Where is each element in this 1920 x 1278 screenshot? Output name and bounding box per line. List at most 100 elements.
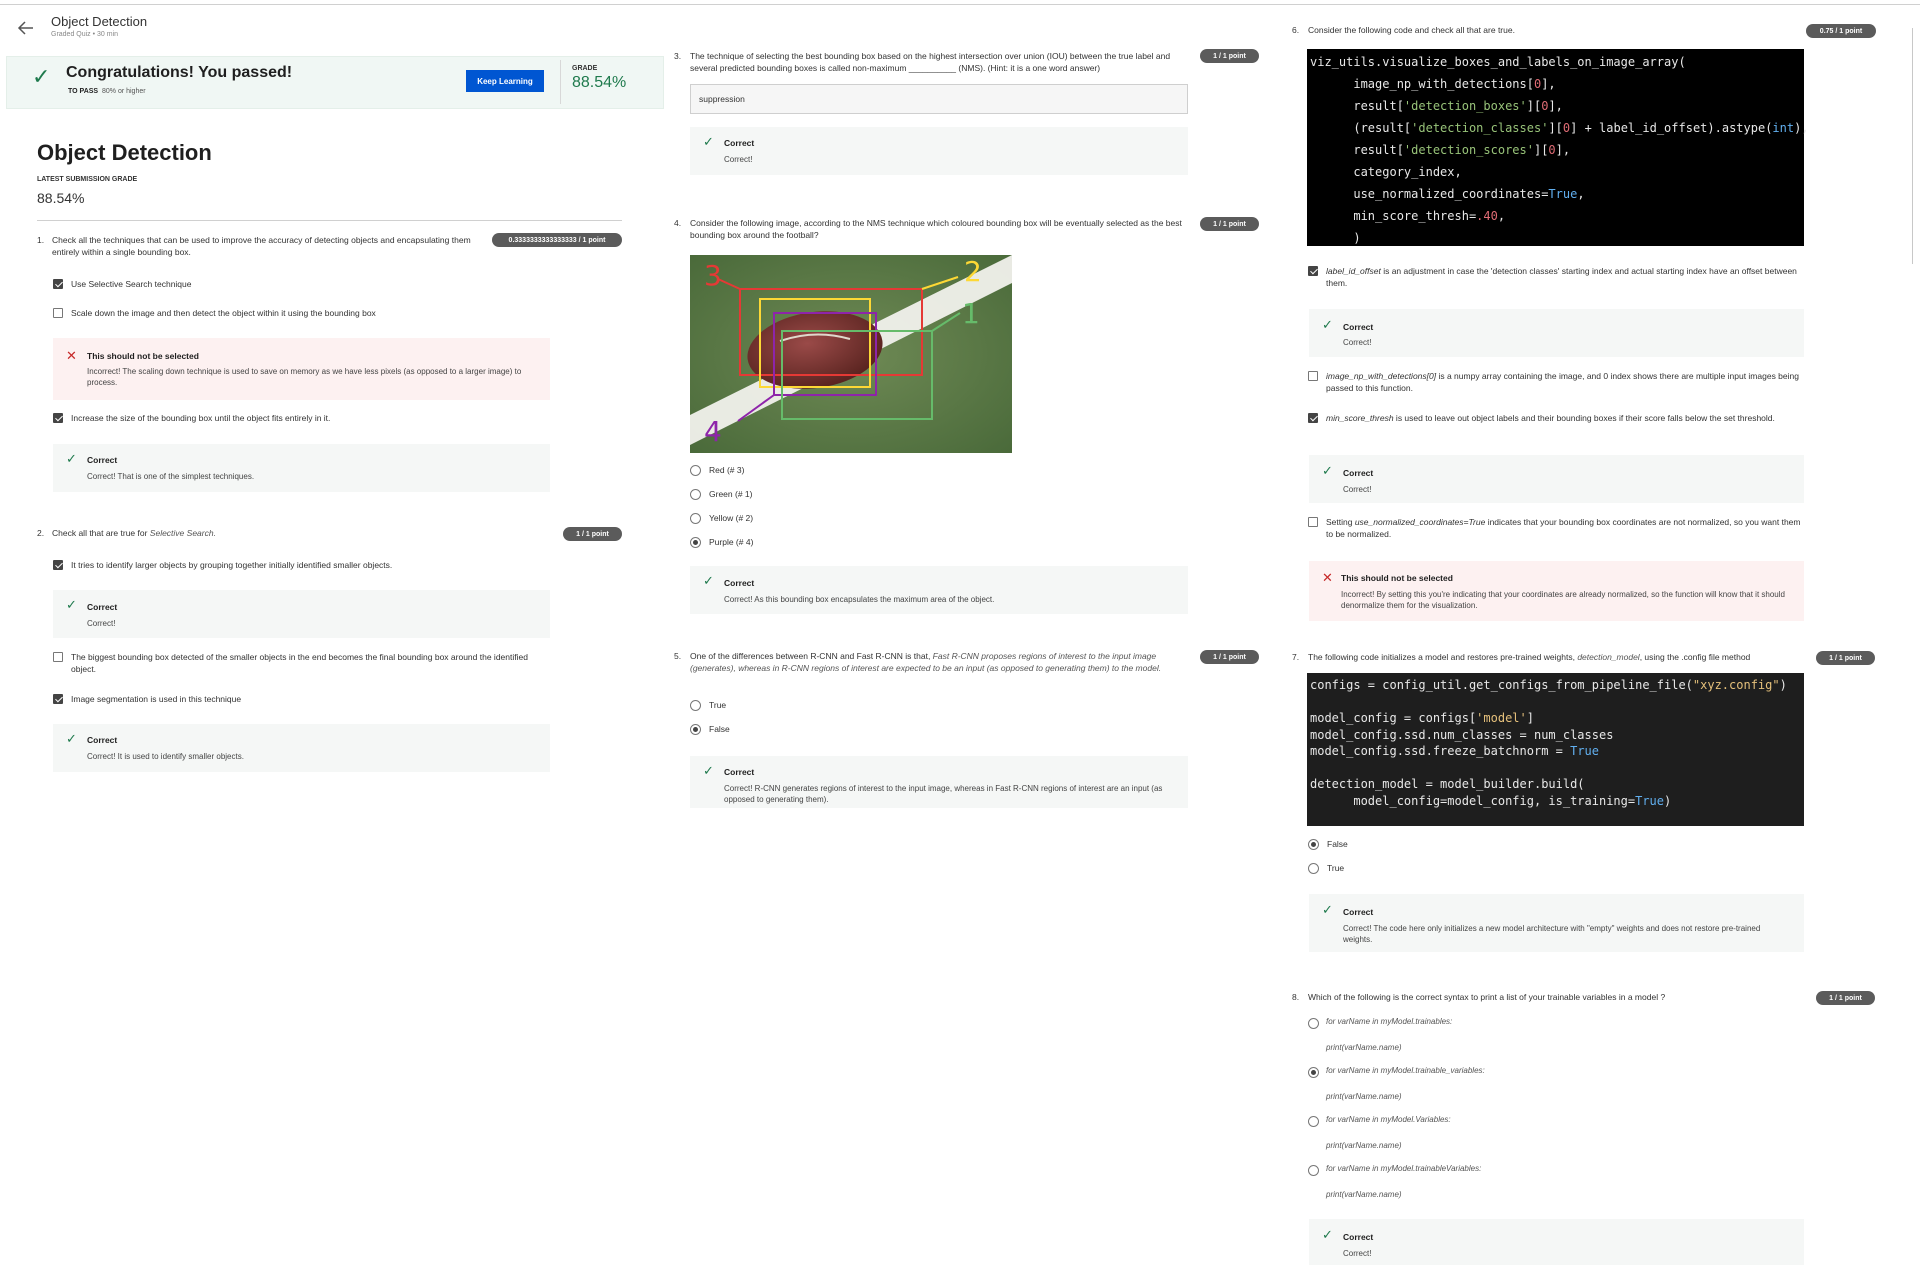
box-label-yellow: 2 [964,255,982,288]
feedback-title: Correct [1343,322,1374,332]
radio-button[interactable] [690,537,701,548]
feedback-title: Correct [87,735,118,745]
option-label: label_id_offset is an adjustment in case… [1326,266,1797,288]
check-icon: ✓ [1322,463,1333,478]
grade-divider [560,60,561,104]
option-label: print(varName.name) [1326,1092,1402,1101]
checkbox[interactable] [53,308,63,318]
feedback-title: Correct [1343,468,1374,478]
feedback-text: Incorrect! By setting this you're indica… [1341,590,1785,610]
points-badge: 1 / 1 point [1200,217,1259,231]
radio-button[interactable] [1308,863,1319,874]
feedback-text: Correct! The code here only initializes … [1343,924,1761,944]
question-text: The following code initializes a model a… [1308,652,1751,662]
checkbox[interactable] [53,279,63,289]
arrow-left-icon[interactable] [16,18,36,38]
check-icon: ✓ [703,763,714,778]
answer-input[interactable]: suppression [690,84,1188,114]
feedback-title: This should not be selected [1341,573,1453,583]
check-icon: ✓ [66,597,77,612]
radio-button[interactable] [1308,1067,1319,1078]
option-label: print(varName.name) [1326,1190,1402,1199]
option-label: Purple (# 4) [709,537,754,547]
feedback-correct [1309,455,1804,503]
option-label: False [1327,839,1348,849]
check-icon: ✓ [66,451,77,466]
question-number: 3. [674,51,682,61]
feedback-title: Correct [724,767,755,777]
checkbox[interactable] [1308,517,1318,527]
code-block: viz_utils.visualize_boxes_and_labels_on_… [1307,49,1809,246]
feedback-text: Correct! R-CNN generates regions of inte… [724,784,1163,804]
check-icon: ✓ [32,64,51,89]
option-label: print(varName.name) [1326,1043,1402,1052]
top-divider [0,4,1920,5]
radio-button[interactable] [690,489,701,500]
latest-grade-value: 88.54% [37,190,85,206]
points-badge: 0.75 / 1 point [1806,24,1876,38]
option-label: True [709,700,727,710]
feedback-correct [53,590,550,638]
option-label: True [1327,863,1345,873]
football-image: 3 2 1 4 [690,255,1012,453]
radio-button[interactable] [1308,1165,1319,1176]
checkbox[interactable] [53,560,63,570]
radio-button[interactable] [1308,1116,1319,1127]
check-icon: ✓ [703,134,714,149]
feedback-text: Correct! As this bounding box encapsulat… [724,595,995,604]
checkbox[interactable] [53,694,63,704]
radio-button[interactable] [690,700,701,711]
feedback-text: Correct! It is used to identify smaller … [87,752,244,761]
header-subtitle: Graded Quiz • 30 min [51,31,119,38]
checkbox[interactable] [1308,371,1318,381]
question-number: 1. [37,235,45,245]
question-text: One of the differences between R-CNN and… [690,651,1162,673]
feedback-title: Correct [724,578,755,588]
latest-grade-label: LATEST SUBMISSION GRADE [37,176,138,183]
radio-button[interactable] [690,513,701,524]
option-label: min_score_thresh is used to leave out ob… [1326,413,1775,423]
feedback-correct [1309,309,1804,357]
option-label: Scale down the image and then detect the… [71,308,376,318]
option-label: Setting use_normalized_coordinates=True … [1326,517,1801,539]
section-divider [37,220,622,221]
pass-title: Congratulations! You passed! [66,64,293,81]
x-icon: ✕ [1322,570,1333,585]
grade-value: 88.54% [572,74,627,91]
check-icon: ✓ [66,731,77,746]
feedback-title: Correct [724,138,755,148]
checkbox[interactable] [1308,266,1318,276]
points-badge: 1 / 1 point [563,527,622,541]
checkbox[interactable] [53,413,63,423]
option-label: for varName in myModel.trainable_variabl… [1326,1066,1485,1075]
feedback-title: Correct [87,602,118,612]
box-label-green: 1 [962,297,980,330]
points-badge: 1 / 1 point [1816,991,1875,1005]
keep-learning-button[interactable]: Keep Learning [466,70,544,92]
check-icon: ✓ [1322,317,1333,332]
radio-button[interactable] [690,465,701,476]
grade-label: GRADE [572,65,598,72]
radio-button[interactable] [1308,839,1319,850]
check-icon: ✓ [1322,902,1333,917]
question-number: 8. [1292,992,1300,1002]
scrollbar[interactable] [1912,28,1913,264]
feedback-text: Incorrect! The scaling down technique is… [87,367,522,387]
checkbox[interactable] [1308,413,1318,423]
feedback-correct [53,724,550,772]
checkbox[interactable] [53,652,63,662]
page-title: Object Detection [37,140,212,165]
option-label: image_np_with_detections[0] is a numpy a… [1326,371,1799,393]
radio-button[interactable] [690,724,701,735]
option-label: Use Selective Search technique [71,279,192,289]
feedback-title: Correct [87,455,118,465]
question-text: The technique of selecting the best boun… [690,51,1171,73]
question-text: Consider the following code and check al… [1308,25,1515,35]
radio-button[interactable] [1308,1018,1319,1029]
option-label: Image segmentation is used in this techn… [71,694,242,704]
feedback-text: Correct! [1343,338,1372,347]
option-label: for varName in myModel.trainables: [1326,1017,1453,1026]
option-label: False [709,724,730,734]
question-number: 5. [674,651,682,661]
option-label: Red (# 3) [709,465,745,475]
